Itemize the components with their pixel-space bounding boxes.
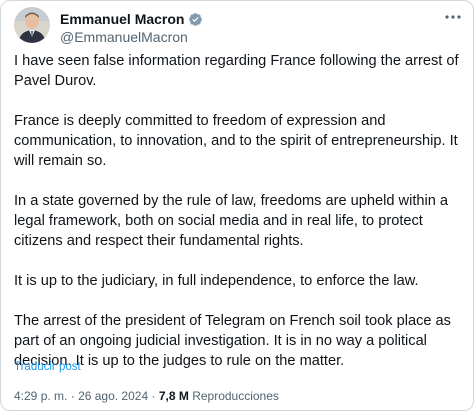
more-horizontal-icon xyxy=(445,15,461,19)
meta-separator: · xyxy=(70,389,75,403)
user-names: Emmanuel Macron @EmmanuelMacron xyxy=(60,11,203,45)
tweet-time[interactable]: 4:29 p. m. xyxy=(14,389,67,403)
tweet-paragraph: I have seen false information regarding … xyxy=(14,53,459,89)
tweet-paragraph: In a state governed by the rule of law, … xyxy=(14,193,449,249)
display-name[interactable]: Emmanuel Macron xyxy=(60,11,184,27)
tweet-text: I have seen false information regarding … xyxy=(14,51,464,391)
more-options-button[interactable] xyxy=(443,9,463,25)
tweet-paragraph: The arrest of the president of Telegram … xyxy=(14,313,451,369)
views-count: 7,8 M xyxy=(158,389,189,403)
tweet-date[interactable]: 26 ago. 2024 xyxy=(78,389,148,403)
user-handle[interactable]: @EmmanuelMacron xyxy=(60,29,203,45)
tweet-metadata: 4:29 p. m. · 26 ago. 2024 · 7,8 M Reprod… xyxy=(14,389,279,403)
display-name-row: Emmanuel Macron xyxy=(60,11,203,27)
views-label: Reproducciones xyxy=(192,389,279,403)
avatar[interactable] xyxy=(14,7,50,43)
tweet-card: Emmanuel Macron @EmmanuelMacron I have s… xyxy=(0,0,474,411)
verified-badge-icon xyxy=(188,12,203,27)
tweet-paragraph: It is up to the judiciary, in full indep… xyxy=(14,273,419,289)
meta-separator: · xyxy=(151,389,156,403)
tweet-header: Emmanuel Macron @EmmanuelMacron xyxy=(14,7,463,45)
tweet-paragraph: France is deeply committed to freedom of… xyxy=(14,113,458,169)
translate-post-link[interactable]: Traducir post xyxy=(14,361,81,373)
